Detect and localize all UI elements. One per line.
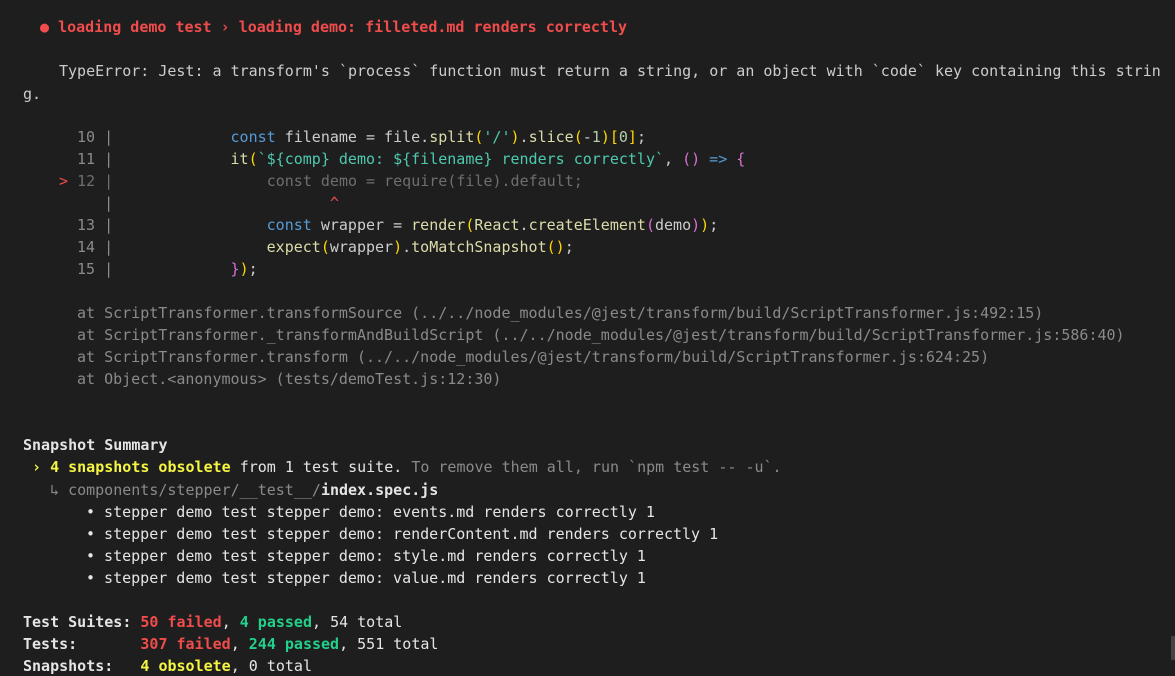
code-line-15: 15 | }); xyxy=(77,260,258,278)
obsolete-count: 4 snapshots obsolete xyxy=(50,458,231,476)
stack-frame: at ScriptTransformer.transform (../../no… xyxy=(77,348,990,366)
code-line-14: 14 | expect(wrapper).toMatchSnapshot(); xyxy=(77,238,574,256)
tests-result: Tests: 307 failed, 244 passed, 551 total xyxy=(23,635,439,653)
fail-suite-name: loading demo test xyxy=(58,18,212,36)
fail-test-name: loading demo: filleted.md renders correc… xyxy=(238,18,628,36)
fail-bullet: ● xyxy=(40,18,50,36)
obsolete-snapshot-item: • stepper demo test stepper demo: events… xyxy=(86,503,655,521)
remove-hint: To remove them all, run `npm test -- -u`… xyxy=(411,458,782,476)
error-caret: ^ xyxy=(329,194,339,212)
stack-frame: at Object.<anonymous> (tests/demoTest.js… xyxy=(77,370,502,388)
code-line-13: 13 | const wrapper = render(React.create… xyxy=(77,216,719,234)
suites-failed: 50 failed xyxy=(140,613,222,631)
file-arrow: ↳ xyxy=(50,481,60,499)
obsolete-snapshot-item: • stepper demo test stepper demo: render… xyxy=(86,525,719,543)
file-name: index.spec.js xyxy=(320,481,439,499)
code-caret-line: | ^ xyxy=(104,194,339,212)
tests-passed: 244 passed xyxy=(248,635,340,653)
snapshots-obsolete: 4 obsolete xyxy=(140,657,231,675)
suites-label: Test Suites: xyxy=(23,613,132,631)
suites-total: 54 total xyxy=(330,613,403,631)
snapshot-obsolete-line: › 4 snapshots obsolete from 1 test suite… xyxy=(32,458,782,476)
code-line-10: 10 | const filename = file.split('/').sl… xyxy=(77,128,646,146)
obsolete-arrow: › xyxy=(32,458,42,476)
obsolete-snapshot-item: • stepper demo test stepper demo: style.… xyxy=(86,547,646,565)
fail-separator: › xyxy=(220,18,230,36)
error-message-line-1: TypeError: Jest: a transform's `process`… xyxy=(59,62,1161,80)
tests-total: 551 total xyxy=(357,635,439,653)
tests-failed: 307 failed xyxy=(140,635,231,653)
snapshots-total: 0 total xyxy=(248,657,312,675)
failed-test-header: ● loading demo test › loading demo: fill… xyxy=(40,16,1175,38)
snapshots-result: Snapshots: 4 obsolete, 0 total xyxy=(23,657,312,675)
stack-frame: at ScriptTransformer.transformSource (..… xyxy=(77,304,1044,322)
snapshot-file-line: ↳ components/stepper/__test__/index.spec… xyxy=(50,479,1175,501)
snapshot-summary-title: Snapshot Summary xyxy=(23,436,168,454)
code-line-11: 11 | it(`${comp} demo: ${filename} rende… xyxy=(77,150,746,168)
code-line-12: > 12 | const demo = require(file).defaul… xyxy=(59,172,583,190)
suites-passed: 4 passed xyxy=(239,613,312,631)
file-dir: components/stepper/__test__/ xyxy=(68,481,321,499)
test-suites-result: Test Suites: 50 failed, 4 passed, 54 tot… xyxy=(23,613,403,631)
stack-frame: at ScriptTransformer._transformAndBuildS… xyxy=(77,326,1125,344)
scrollbar-thumb[interactable] xyxy=(1171,636,1175,660)
terminal-output: ● loading demo test › loading demo: fill… xyxy=(0,0,1175,676)
error-line-marker: > xyxy=(59,172,69,190)
tests-label: Tests: xyxy=(23,635,78,653)
snapshots-label: Snapshots: xyxy=(23,657,114,675)
obsolete-snapshot-item: • stepper demo test stepper demo: value.… xyxy=(86,569,646,587)
error-message-line-2: g. xyxy=(23,85,42,103)
